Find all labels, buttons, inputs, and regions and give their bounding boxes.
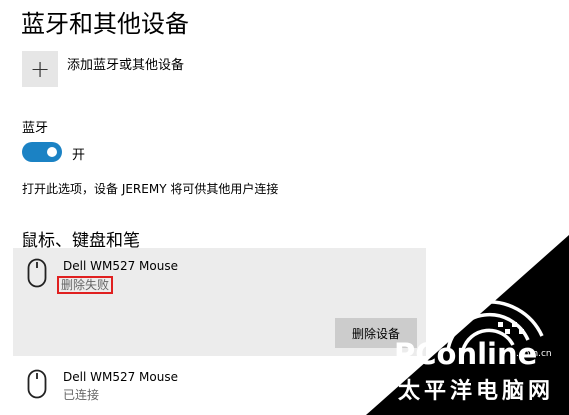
watermark-subtitle: 太平洋电脑网 [398, 379, 555, 404]
watermark-domain: .com.cn [516, 349, 552, 359]
